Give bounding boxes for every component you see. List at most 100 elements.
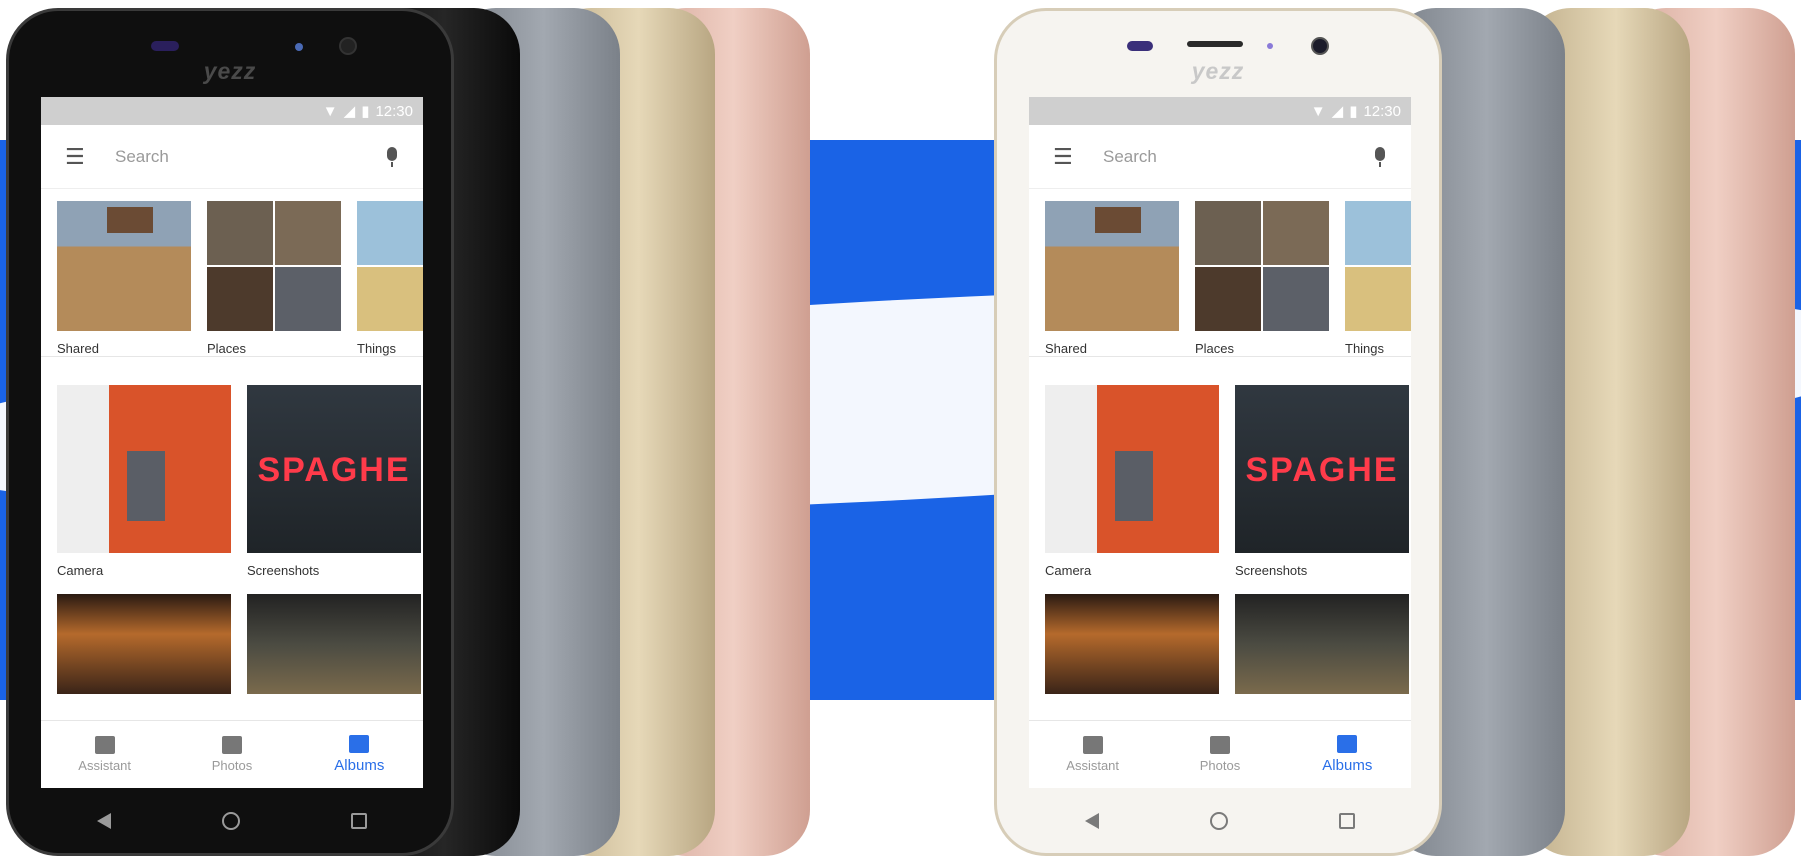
album-label: Camera [1045,563,1092,578]
album-places[interactable]: Places [207,201,341,356]
white-phone: yezz ▼ ◢ ▮ 12:30 ☰ Search Shared Places [994,8,1442,856]
album-thumb [207,201,341,331]
album-thumb [57,385,231,553]
neon-sign: SPAGHE [1245,451,1399,489]
search-bar[interactable]: ☰ Search [1029,125,1411,189]
photos-icon [221,736,242,754]
album-thumb[interactable] [1045,594,1219,694]
album-label: Things [357,341,397,356]
status-time: 12:30 [1363,102,1401,120]
status-bar: ▼ ◢ ▮ 12:30 [1029,97,1411,125]
album-screenshots[interactable]: SPAGHE Screenshots [1235,385,1409,578]
album-shared[interactable]: Shared [1045,201,1179,356]
signal-icon: ◢ [343,103,356,120]
wifi-icon: ▼ [1310,102,1326,120]
brand-logo: yezz [1191,58,1245,84]
brand-logo: yezz [203,58,257,84]
albums-icon [349,735,370,753]
album-things[interactable]: Things [1345,201,1411,356]
nav-label: Assistant [1066,758,1120,773]
led-dot [1267,43,1273,49]
album-places[interactable]: Places [1195,201,1329,356]
album-label: Screenshots [247,563,320,578]
signal-icon: ◢ [1331,103,1344,120]
album-thumb: SPAGHE [247,385,421,553]
photos-icon [1209,736,1230,754]
home-icon[interactable] [221,812,240,830]
album-label: Shared [1045,341,1087,356]
front-sensor [151,41,179,51]
back-icon[interactable] [1084,813,1099,829]
wifi-icon: ▼ [322,102,338,120]
album-label: Places [207,341,247,356]
album-label: Shared [57,341,99,356]
system-nav [41,793,423,849]
album-thumb [1045,385,1219,553]
phone-screen: ▼ ◢ ▮ 12:30 ☰ Search Shared Places Thing… [41,97,423,788]
album-row-small [1029,578,1411,694]
search-input[interactable]: Search [1103,147,1373,167]
album-label: Camera [57,563,104,578]
nav-label: Albums [1322,757,1373,774]
album-row-top: Shared Places Things [1029,189,1411,357]
search-input[interactable]: Search [115,147,385,167]
album-screenshots[interactable]: SPAGHE Screenshots [247,385,421,578]
bottom-nav: Assistant Photos Albums [41,720,423,788]
menu-icon[interactable]: ☰ [65,144,115,170]
album-thumb [1195,201,1329,331]
album-label: Screenshots [1235,563,1308,578]
battery-icon: ▮ [361,103,370,120]
album-thumb: SPAGHE [1235,385,1409,553]
front-camera [1311,37,1329,55]
assistant-icon [94,736,115,754]
album-thumb [1345,201,1411,331]
home-icon[interactable] [1209,812,1228,830]
album-row-big: Camera SPAGHE Screenshots [1029,357,1411,578]
album-camera[interactable]: Camera [1045,385,1219,578]
album-row-small [41,578,423,694]
albums-icon [1337,735,1358,753]
album-thumb [57,201,191,331]
album-thumb[interactable] [1235,594,1409,694]
back-icon[interactable] [96,813,111,829]
recents-icon[interactable] [351,813,368,829]
bottom-nav: Assistant Photos Albums [1029,720,1411,788]
album-thumb[interactable] [247,594,421,694]
nav-label: Photos [211,758,253,773]
nav-label: Photos [1199,758,1241,773]
front-sensor [1127,41,1153,51]
menu-icon[interactable]: ☰ [1053,144,1103,170]
phone-screen: ▼ ◢ ▮ 12:30 ☰ Search Shared Places Thing… [1029,97,1411,788]
assistant-icon [1082,736,1103,754]
album-label: Things [1345,341,1385,356]
black-phone: yezz ▼ ◢ ▮ 12:30 ☰ Search Shared Places [6,8,454,856]
mic-icon[interactable] [1373,146,1387,167]
nav-label: Albums [334,757,385,774]
mic-icon[interactable] [385,146,399,167]
album-thumb [357,201,423,331]
nav-assistant[interactable]: Assistant [55,736,155,773]
earpiece [1187,41,1243,47]
led-dot [295,43,303,51]
nav-assistant[interactable]: Assistant [1043,736,1143,773]
nav-albums[interactable]: Albums [1297,735,1397,774]
system-nav [1029,793,1411,849]
nav-albums[interactable]: Albums [309,735,409,774]
recents-icon[interactable] [1339,813,1356,829]
album-thumb[interactable] [57,594,231,694]
status-bar: ▼ ◢ ▮ 12:30 [41,97,423,125]
status-time: 12:30 [375,102,413,120]
search-bar[interactable]: ☰ Search [41,125,423,189]
nav-photos[interactable]: Photos [182,736,282,773]
front-camera [339,37,357,55]
nav-photos[interactable]: Photos [1170,736,1270,773]
album-shared[interactable]: Shared [57,201,191,356]
neon-sign: SPAGHE [257,451,411,489]
album-thumb [1045,201,1179,331]
album-row-big: Camera SPAGHE Screenshots [41,357,423,578]
album-camera[interactable]: Camera [57,385,231,578]
album-things[interactable]: Things [357,201,423,356]
album-row-top: Shared Places Things [41,189,423,357]
battery-icon: ▮ [1349,103,1358,120]
nav-label: Assistant [78,758,132,773]
